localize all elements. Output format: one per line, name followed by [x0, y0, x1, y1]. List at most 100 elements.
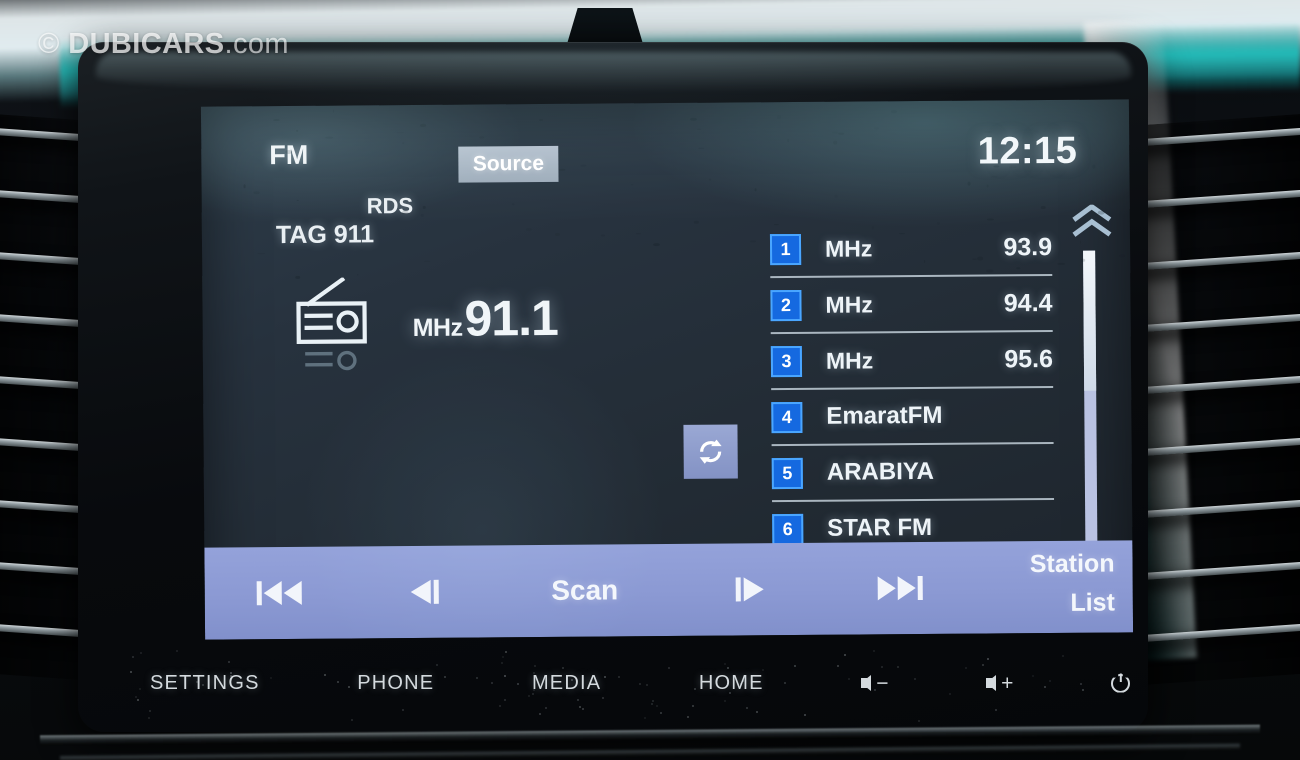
volume-up-button[interactable]: +	[986, 673, 1013, 694]
dashboard-photo: FM Source 12:15 RDS TAG 911 MHz 91.1 1 M…	[0, 0, 1300, 760]
screen-smudge	[777, 115, 781, 119]
dust-speck	[505, 651, 507, 653]
screen-smudge	[754, 188, 756, 191]
screen-smudge	[1078, 135, 1080, 137]
tune-down-icon	[405, 575, 445, 609]
preset-row-4[interactable]: 4 EmaratFM	[771, 388, 1053, 446]
media-button[interactable]: MEDIA	[532, 672, 601, 695]
dust-speck	[618, 676, 620, 678]
preset-unit: MHz	[825, 291, 872, 318]
dust-speck	[742, 680, 744, 682]
home-button[interactable]: HOME	[699, 672, 764, 695]
station-list-line1: Station	[964, 544, 1114, 584]
next-station-button[interactable]	[824, 542, 975, 635]
dust-speck	[848, 678, 850, 680]
screen-smudge	[333, 110, 334, 112]
dust-speck	[1080, 683, 1082, 685]
preset-number-badge: 3	[771, 345, 802, 376]
dust-speck	[965, 667, 967, 669]
dust-speck	[149, 710, 151, 712]
dust-speck	[562, 667, 564, 669]
preset-row-3[interactable]: 3 MHz 95.6	[771, 332, 1053, 390]
dust-speck	[687, 716, 689, 718]
chevron-up-icon	[1070, 204, 1114, 238]
screen-smudge	[555, 233, 560, 236]
clock: 12:15	[977, 130, 1077, 174]
watermark-tld: .com	[225, 28, 289, 60]
dust-speck	[396, 675, 398, 677]
screen-smudge	[987, 185, 988, 188]
screen-smudge	[243, 184, 246, 188]
dust-speck	[656, 705, 658, 707]
preset-number-badge: 4	[771, 401, 802, 432]
screen-smudge	[653, 243, 660, 246]
dust-speck	[499, 705, 501, 707]
dust-speck	[740, 683, 742, 685]
preset-unit: MHz	[826, 347, 873, 374]
screen-smudge	[750, 240, 756, 242]
previous-station-button[interactable]	[204, 546, 355, 639]
scroll-up-button[interactable]	[1070, 204, 1114, 243]
dust-speck	[533, 672, 535, 674]
dash-chrome-trim-2	[60, 744, 1240, 760]
frequency-unit: MHz	[413, 314, 463, 343]
screen-smudge	[420, 124, 426, 126]
dust-speck	[230, 672, 232, 674]
preset-row-2[interactable]: 2 MHz 94.4	[770, 276, 1052, 334]
rds-indicator: RDS	[367, 193, 414, 219]
screen-smudge	[832, 132, 837, 134]
refresh-button[interactable]	[683, 424, 737, 478]
screen-smudge	[297, 200, 299, 202]
dust-speck	[724, 700, 726, 702]
infotainment-screen[interactable]: FM Source 12:15 RDS TAG 911 MHz 91.1 1 M…	[201, 99, 1133, 639]
dust-speck	[196, 681, 198, 683]
preset-number-badge: 5	[772, 457, 803, 488]
screen-smudge	[512, 203, 515, 205]
radio-icon	[290, 277, 383, 378]
screen-smudge	[525, 228, 532, 232]
station-list-button[interactable]: Station List	[964, 544, 1115, 623]
dust-speck	[533, 689, 535, 691]
screen-smudge	[690, 118, 698, 121]
dust-speck	[646, 684, 648, 686]
band-label: FM	[269, 140, 308, 171]
preset-row-1[interactable]: 1 MHz 93.9	[770, 220, 1052, 278]
volume-down-icon	[861, 675, 871, 691]
watermark: © DUBICARS.com	[38, 28, 289, 61]
screen-smudge	[698, 148, 704, 149]
dust-speck	[1032, 675, 1034, 677]
screen-smudge	[788, 139, 789, 142]
dust-speck	[881, 666, 883, 668]
dust-speck	[348, 686, 350, 688]
preset-value: 94.4	[1004, 288, 1053, 317]
station-list-line2: List	[965, 583, 1115, 623]
volume-up-icon	[986, 675, 996, 691]
screen-smudge	[257, 253, 265, 254]
power-button[interactable]	[1111, 674, 1130, 693]
screen-smudge	[709, 179, 710, 181]
scan-button[interactable]: Scan	[494, 544, 675, 637]
watermark-brand: DUBICARS	[68, 28, 224, 60]
scrollbar-thumb[interactable]	[1083, 251, 1096, 391]
tune-up-button[interactable]	[674, 543, 825, 636]
preset-number-badge: 6	[772, 513, 803, 544]
preset-number-badge: 1	[770, 233, 801, 264]
dust-speck	[148, 717, 150, 719]
screen-smudge	[1041, 206, 1046, 209]
screen-smudge	[697, 129, 701, 130]
screen-smudge	[636, 233, 641, 234]
source-button[interactable]: Source	[458, 146, 558, 183]
preset-row-5[interactable]: 5 ARABIYA	[772, 444, 1054, 502]
dust-speck	[517, 683, 519, 685]
dust-speck	[501, 662, 503, 664]
dust-speck	[577, 699, 579, 701]
tune-down-button[interactable]	[354, 545, 495, 638]
screen-smudge	[835, 194, 838, 197]
dust-speck	[644, 717, 646, 719]
preset-station-list[interactable]: 1 MHz 93.9 2 MHz 94.4 3 MHz 95.6 4 Emara…	[770, 220, 1055, 558]
playback-control-bar[interactable]: Scan Station List	[204, 540, 1133, 639]
dust-speck	[837, 665, 839, 667]
dust-speck	[135, 696, 137, 698]
screen-smudge	[874, 127, 880, 129]
settings-button[interactable]: SETTINGS	[150, 672, 260, 695]
